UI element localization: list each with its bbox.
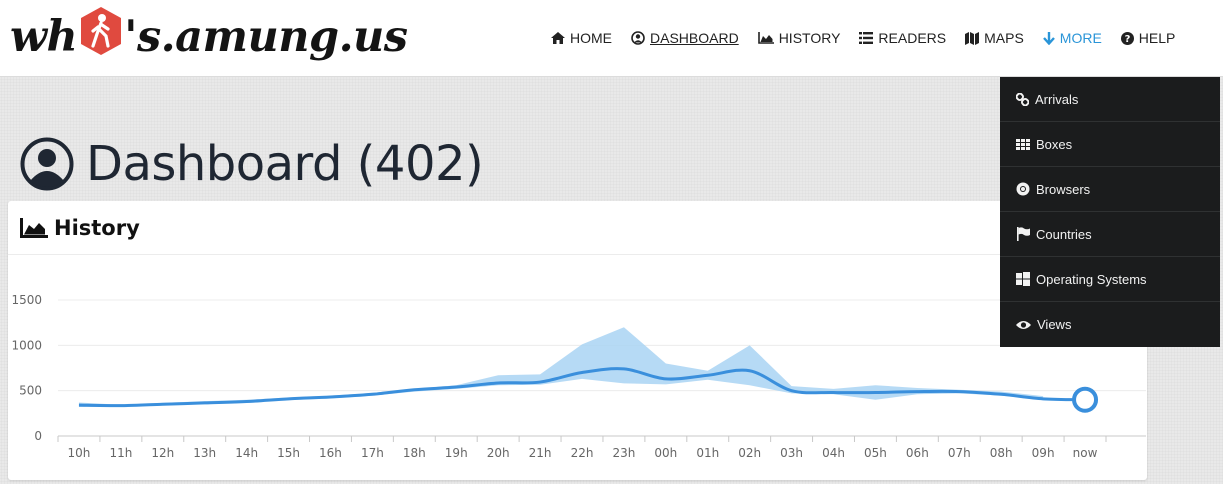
area-chart-icon — [757, 32, 774, 44]
page-title-text: Dashboard (402) — [86, 136, 484, 192]
x-tick-label: 06h — [906, 446, 929, 460]
menu-item-label: Arrivals — [1035, 91, 1079, 107]
menu-item-browsers[interactable]: Browsers — [1000, 167, 1220, 212]
x-tick-label: 00h — [654, 446, 677, 460]
x-tick-label: 10h — [68, 446, 91, 460]
svg-text:?: ? — [1124, 34, 1130, 45]
nav-readers[interactable]: READERS — [859, 30, 946, 46]
menu-item-label: Browsers — [1036, 181, 1091, 197]
current-point-marker[interactable] — [1072, 386, 1099, 413]
menu-item-arrivals[interactable]: Arrivals — [1000, 77, 1220, 122]
x-tick-label: 16h — [319, 446, 342, 460]
x-tick-label: 08h — [990, 446, 1013, 460]
x-tick-label: 11h — [109, 446, 132, 460]
user-circle-icon — [20, 137, 74, 191]
nav-more[interactable]: MORE — [1042, 30, 1102, 46]
x-tick-label: 07h — [948, 446, 971, 460]
x-tick-label: 12h — [151, 446, 174, 460]
history-chart: 0 500 1000 1500 10h 11h 12h 13h 14h 15h 16h 17h 18h 1… — [11, 293, 1146, 460]
grid-icon — [1016, 138, 1030, 150]
nav-readers-label: READERS — [878, 30, 947, 46]
nav-maps[interactable]: MAPS — [965, 30, 1024, 46]
nav-help[interactable]: ? HELP — [1120, 30, 1176, 46]
menu-item-label: Countries — [1036, 226, 1092, 242]
logo-text-pre: wh — [10, 12, 78, 62]
history-card: History 0 500 1000 1500 10h 11h 12h 13h 14h 15h 16… — [8, 201, 1147, 480]
y-tick-label: 1000 — [11, 338, 42, 352]
history-card-header: History — [8, 201, 1147, 255]
flag-icon — [1017, 227, 1030, 241]
menu-item-label: Operating Systems — [1036, 271, 1147, 287]
nav-home[interactable]: HOME — [551, 30, 612, 46]
more-dropdown-menu: Arrivals Boxes Browsers Countries Operat… — [1000, 77, 1220, 347]
y-tick-label: 0 — [34, 429, 42, 443]
x-tick-label: 17h — [361, 446, 384, 460]
nav-history[interactable]: HISTORY — [757, 30, 841, 46]
nav-dashboard[interactable]: DASHBOARD — [631, 30, 739, 46]
range-band — [78, 327, 1044, 407]
menu-item-countries[interactable]: Countries — [1000, 212, 1220, 257]
nav-dashboard-label: DASHBOARD — [650, 30, 739, 46]
x-tick-label: 20h — [487, 446, 510, 460]
x-tick-label: 19h — [445, 446, 468, 460]
y-tick-label: 1500 — [11, 293, 42, 307]
x-tick-label: 15h — [277, 446, 300, 460]
eye-icon — [1016, 320, 1031, 329]
list-icon — [859, 32, 874, 44]
y-tick-label: 500 — [19, 384, 42, 398]
link-icon — [1016, 92, 1029, 106]
x-tick-label: 01h — [696, 446, 719, 460]
x-tick-label: 18h — [403, 446, 426, 460]
x-tick-label: 13h — [193, 446, 216, 460]
area-chart-icon — [20, 217, 48, 238]
menu-item-label: Views — [1037, 317, 1072, 332]
nav-help-label: HELP — [1138, 30, 1176, 46]
x-tick-label: 21h — [529, 446, 552, 460]
site-logo[interactable]: wh 's.amung.us — [10, 4, 408, 70]
arrow-down-icon — [1042, 31, 1055, 45]
x-tick-label: 14h — [235, 446, 258, 460]
page-title: Dashboard (402) — [20, 134, 484, 194]
x-tick-label: 04h — [822, 446, 845, 460]
walking-man-logo-icon — [79, 6, 123, 56]
x-tick-label: now — [1073, 446, 1098, 460]
home-icon — [551, 32, 565, 44]
chrome-icon — [1016, 182, 1030, 196]
history-card-title: History — [54, 215, 140, 240]
x-tick-label: 22h — [571, 446, 594, 460]
x-tick-label: 23h — [612, 446, 635, 460]
menu-item-views[interactable]: Views — [1000, 302, 1220, 347]
menu-item-operating-systems[interactable]: Operating Systems — [1000, 257, 1220, 302]
nav-more-label: MORE — [1059, 30, 1102, 46]
x-tick-label: 05h — [864, 446, 887, 460]
menu-item-boxes[interactable]: Boxes — [1000, 122, 1220, 167]
menu-item-label: Boxes — [1036, 136, 1073, 152]
x-tick-label: 09h — [1032, 446, 1055, 460]
logo-text-post: 's.amung.us — [124, 12, 408, 62]
nav-history-label: HISTORY — [778, 30, 841, 46]
user-circle-icon — [631, 31, 645, 45]
top-bar: wh 's.amung.us HOME DASHBOARD HISTORY RE… — [0, 0, 1223, 77]
x-tick-label: 03h — [780, 446, 803, 460]
map-icon — [965, 31, 980, 45]
question-circle-icon: ? — [1120, 31, 1134, 45]
x-tick-label: 02h — [738, 446, 761, 460]
windows-icon — [1016, 272, 1030, 286]
nav-maps-label: MAPS — [984, 30, 1024, 46]
main-nav: HOME DASHBOARD HISTORY READERS MAPS MORE… — [551, 27, 1194, 49]
nav-home-label: HOME — [570, 30, 612, 46]
